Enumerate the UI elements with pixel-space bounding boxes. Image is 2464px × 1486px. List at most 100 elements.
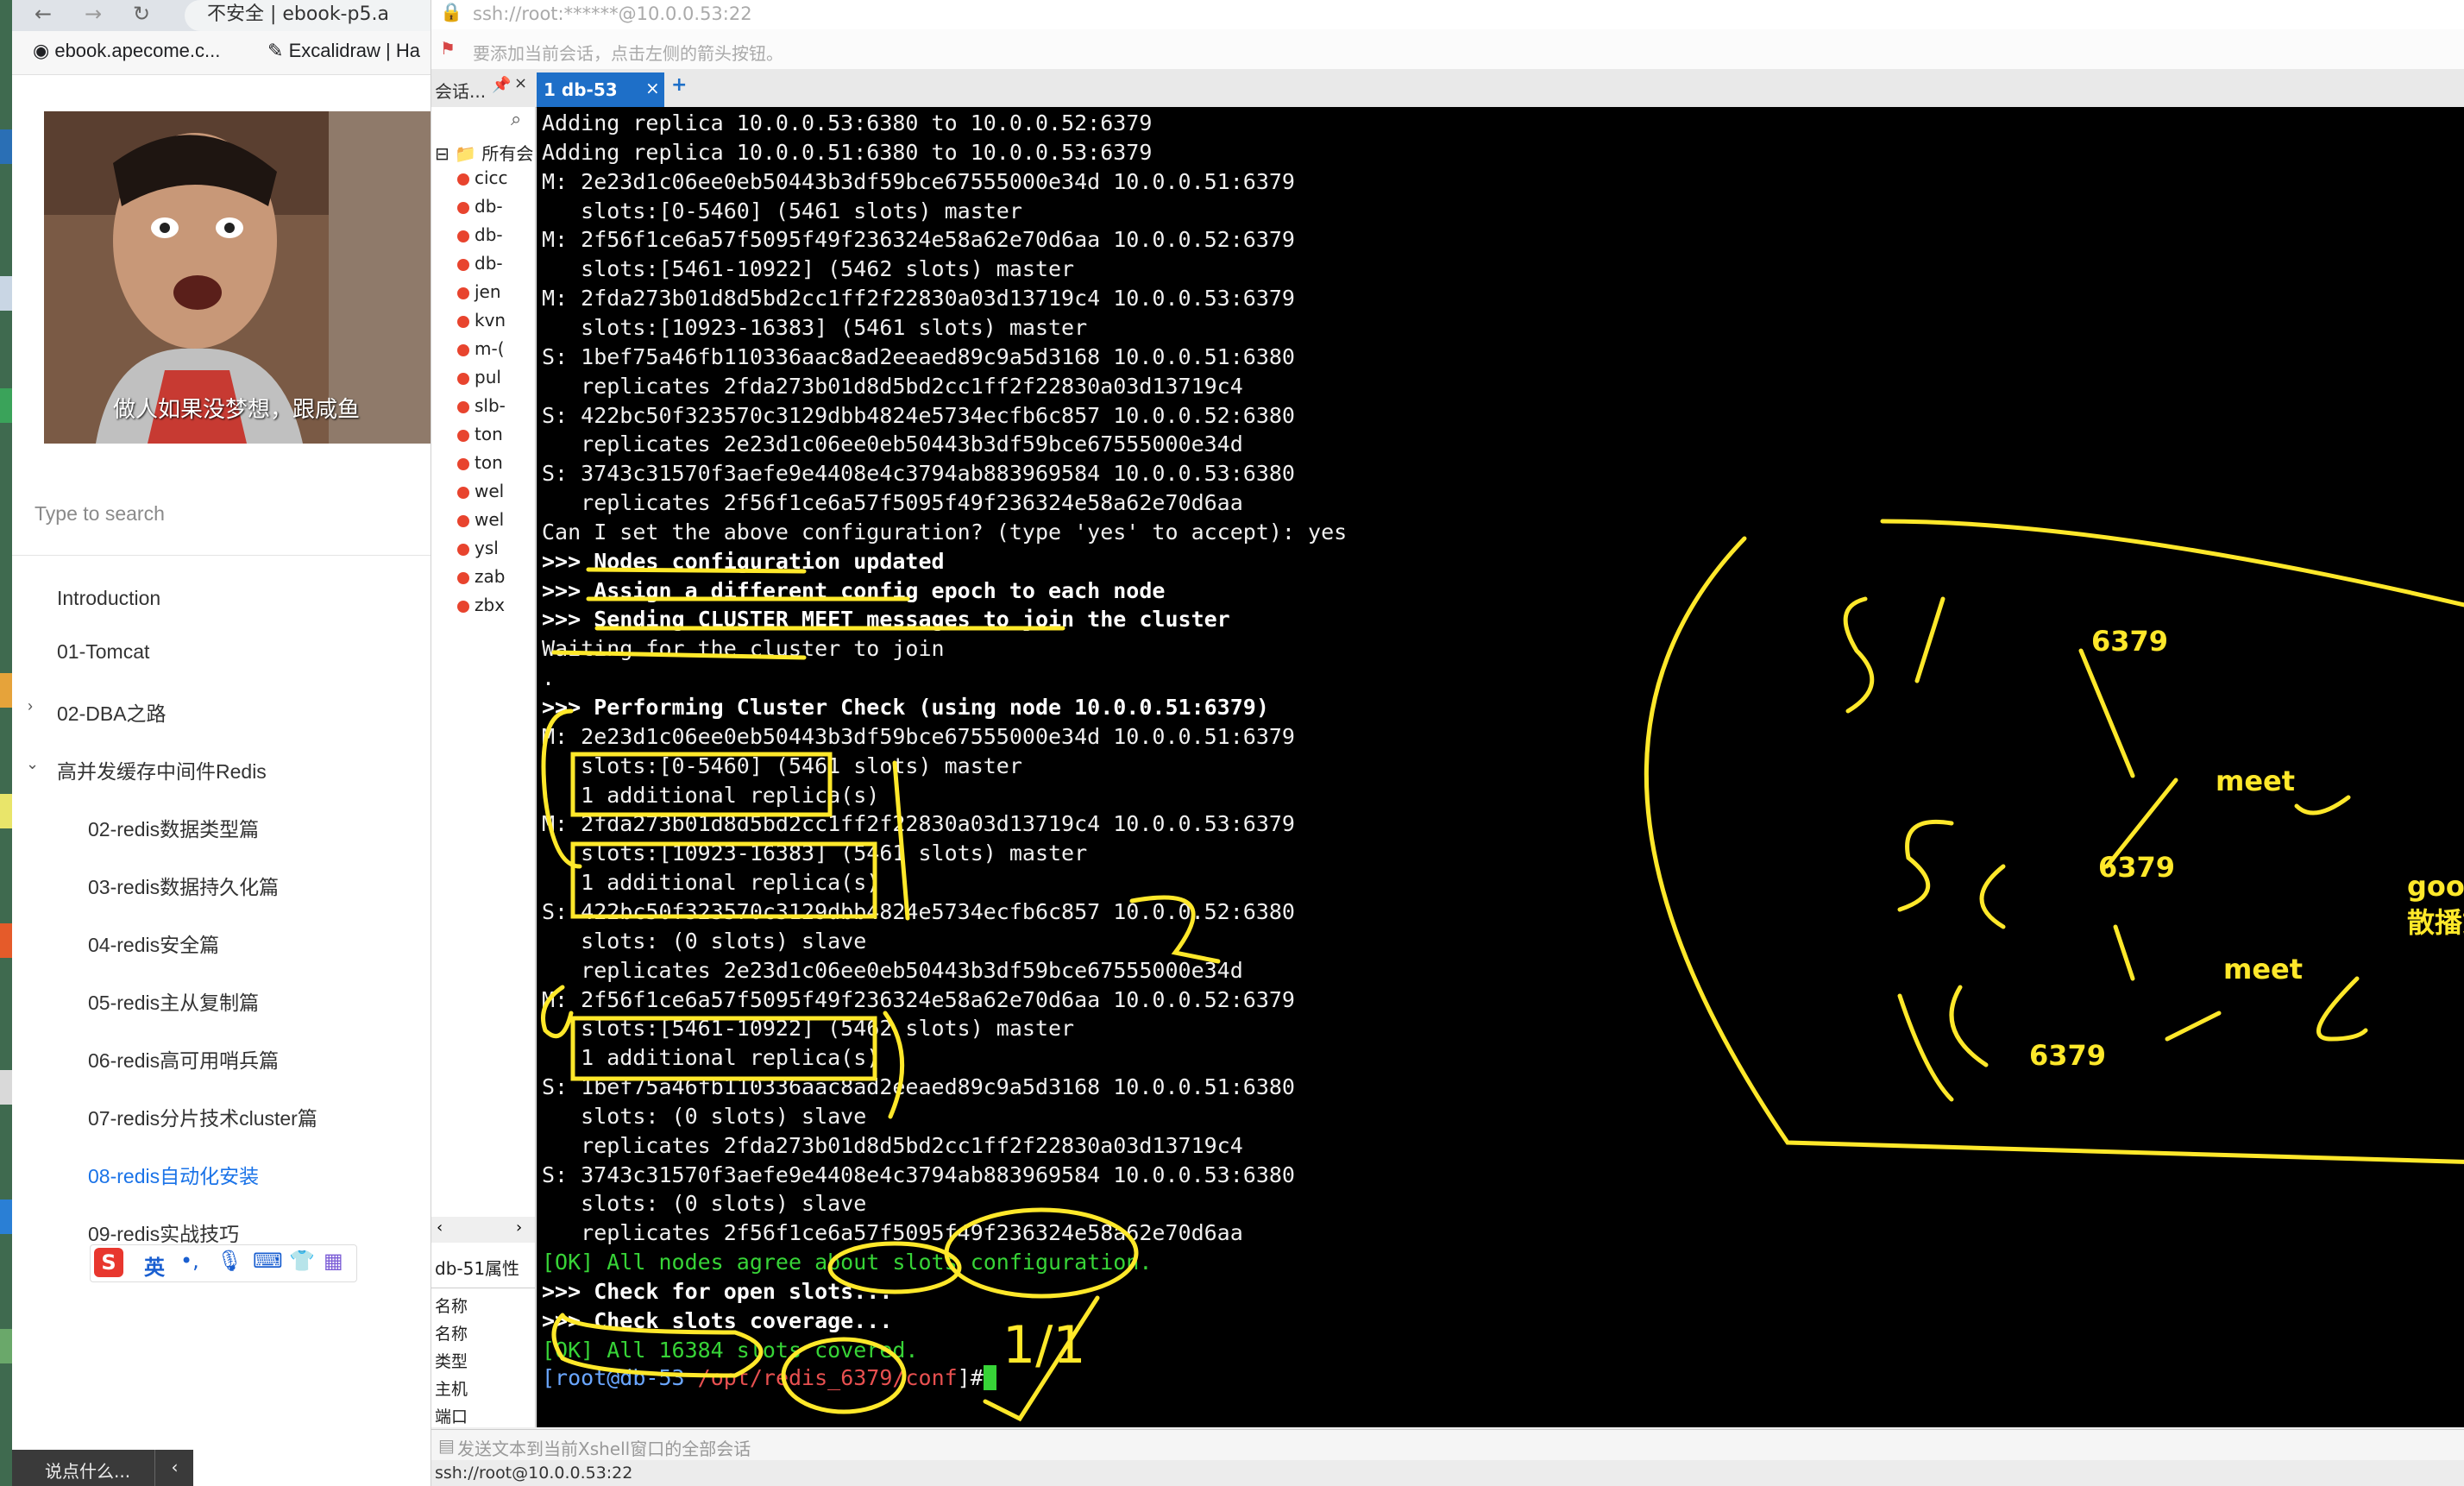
terminal[interactable]: Adding replica 10.0.0.53:6380 to 10.0.0.… [537,107,2464,1427]
session-label: jen [475,281,501,302]
session-item[interactable]: jen [457,281,501,302]
session-item[interactable]: zbx [457,595,505,615]
session-manager: ⌕ ⊟ 📁 所有会 cicc db-db-db-jen kvn m-( pul slb-t… [431,107,536,1427]
comment-input[interactable]: 说点什么... [45,1458,130,1483]
tree-root[interactable]: ⊟ 📁 所有会 [435,140,533,165]
nav-item-tomcat[interactable]: 01-Tomcat [57,640,149,664]
desktop-icon[interactable] [0,794,12,828]
prop-label: 主机 [435,1380,468,1399]
session-item[interactable]: ton [457,424,503,444]
prop-label: 名称 [435,1325,468,1344]
session-label: wel [475,481,505,501]
session-icon [457,429,469,442]
ime-lang[interactable]: 英 [144,1250,165,1281]
session-icon [457,486,469,499]
hint-text: 要添加当前会话，点击左侧的箭头按钮。 [473,43,783,64]
bookmark-item[interactable]: ✎ Excalidraw | Ha [267,40,420,62]
nav-item-redis-replication[interactable]: 05-redis主从复制篇 [88,986,259,1016]
session-item[interactable]: m-( [457,338,505,359]
sogou-icon[interactable]: S [94,1248,123,1277]
nav-item-redis-datatypes[interactable]: 02-redis数据类型篇 [88,813,259,842]
desktop-icon[interactable] [0,923,12,958]
pen-icon: ✎ [267,40,284,61]
meme-image: 做人如果没梦想，跟咸鱼 [44,111,431,444]
session-item[interactable]: db- [457,253,503,274]
session-item[interactable]: db- [457,224,503,245]
xshell-window: 🔒 ssh://root:******@10.0.0.53:22 ⚑ 要添加当前… [431,0,2464,1486]
session-item[interactable]: ysl [457,538,499,558]
session-item[interactable]: slb- [457,395,506,416]
session-item[interactable]: kvn [457,310,506,331]
session-icon [457,514,469,527]
desktop-icon[interactable] [0,673,12,708]
session-label: wel [475,509,505,530]
session-label: kvn [475,310,506,331]
session-address[interactable]: ssh://root:******@10.0.0.53:22 [473,3,752,24]
scroll-left-icon[interactable]: ‹ [437,1218,443,1237]
session-item[interactable]: zab [457,566,505,587]
reload-icon[interactable]: ↻ [133,2,150,26]
nav-item-redis-persistence[interactable]: 03-redis数据持久化篇 [88,871,279,900]
session-item[interactable]: db- [457,196,503,217]
search-icon[interactable]: ⌕ [511,109,521,130]
pin-icon[interactable]: 📌 [492,76,511,94]
session-icon [457,372,469,385]
keyboard-icon[interactable]: ⌨ [253,1249,283,1273]
microphone-icon[interactable]: 🎙 [217,1249,242,1273]
nav-item-redis[interactable]: 高并发缓存中间件Redis [57,755,267,784]
annotation-port: 6379 [2098,851,2176,884]
forward-icon[interactable]: → [85,2,102,26]
annotation-protocol: goosip协议 [2407,870,2464,903]
close-icon[interactable]: × [514,74,527,92]
session-label: slb- [475,395,506,416]
session-item[interactable]: cicc [457,167,508,188]
punctuation-icon[interactable]: •, [180,1249,199,1273]
session-label: db- [475,224,503,245]
annotation-meet: meet [2216,765,2296,797]
comment-bar[interactable]: 说点什么... ‹ [12,1450,193,1486]
desktop-icon[interactable] [0,276,12,311]
scroll-arrows[interactable]: ‹ › [431,1217,535,1243]
bookmark-icon[interactable]: ⚑ [440,38,456,59]
annotation-meet: meet [2223,953,2304,985]
browser-window: ← → ↻ 不安全 | ebook-p5.a ◉ ebook.apecome.c… [12,0,431,1486]
desktop-icon[interactable] [0,129,12,164]
desktop-icon[interactable] [0,1329,12,1363]
session-item[interactable]: pul [457,367,501,387]
tab-sessions[interactable]: 会话... [435,78,486,103]
ime-toolbar[interactable]: S 英 •, 🎙 ⌨ 👕 ▦ [90,1244,357,1282]
chevron-right-icon[interactable]: › [28,697,33,715]
session-item[interactable]: wel [457,481,504,501]
session-item[interactable]: ton [457,452,503,473]
send-text-bar[interactable]: ▤ 发送文本到当前Xshell窗口的全部会话 [431,1429,2464,1461]
collapse-icon[interactable]: ‹ [154,1450,194,1486]
bookmark-item[interactable]: ◉ ebook.apecome.c... [33,40,220,62]
nav-item-redis-cluster[interactable]: 07-redis分片技术cluster篇 [88,1102,317,1131]
chevron-down-icon[interactable]: ⌄ [26,755,39,773]
desktop-icon[interactable] [0,1200,12,1234]
properties-title: db-51属性 [435,1258,520,1279]
add-tab-icon[interactable]: + [671,74,687,96]
skin-icon[interactable]: 👕 [289,1249,315,1273]
nav-item-introduction[interactable]: Introduction [57,587,160,610]
close-tab-icon[interactable]: × [645,78,660,98]
tab-db-53[interactable]: 1 db-53 × [537,72,664,107]
toolbox-icon[interactable]: ▦ [324,1249,343,1273]
desktop-icon[interactable] [0,388,12,423]
nav-item-redis-security[interactable]: 04-redis安全篇 [88,929,219,958]
session-icon [457,258,469,271]
search-input[interactable]: Type to search [35,502,165,526]
scroll-right-icon[interactable]: › [516,1218,522,1237]
nav-item-redis-sentinel[interactable]: 06-redis高可用哨兵篇 [88,1044,279,1074]
session-icon [457,457,469,470]
session-item[interactable]: wel [457,509,504,530]
tab-bar: 会话... 📌 × 1 db-53 × + [431,69,2464,108]
browser-toolbar: ← → ↻ 不安全 | ebook-p5.a [12,0,431,31]
session-label: m-( [475,338,505,359]
address-bar[interactable]: 不安全 | ebook-p5.a [207,0,389,26]
back-icon[interactable]: ← [35,2,52,26]
nav-item-redis-auto-install[interactable]: 08-redis自动化安装 [88,1160,259,1189]
desktop-icon[interactable] [0,1070,12,1105]
nav-item-redis-tips[interactable]: 09-redis实战技巧 [88,1218,239,1247]
nav-item-dba[interactable]: 02-DBA之路 [57,697,167,727]
